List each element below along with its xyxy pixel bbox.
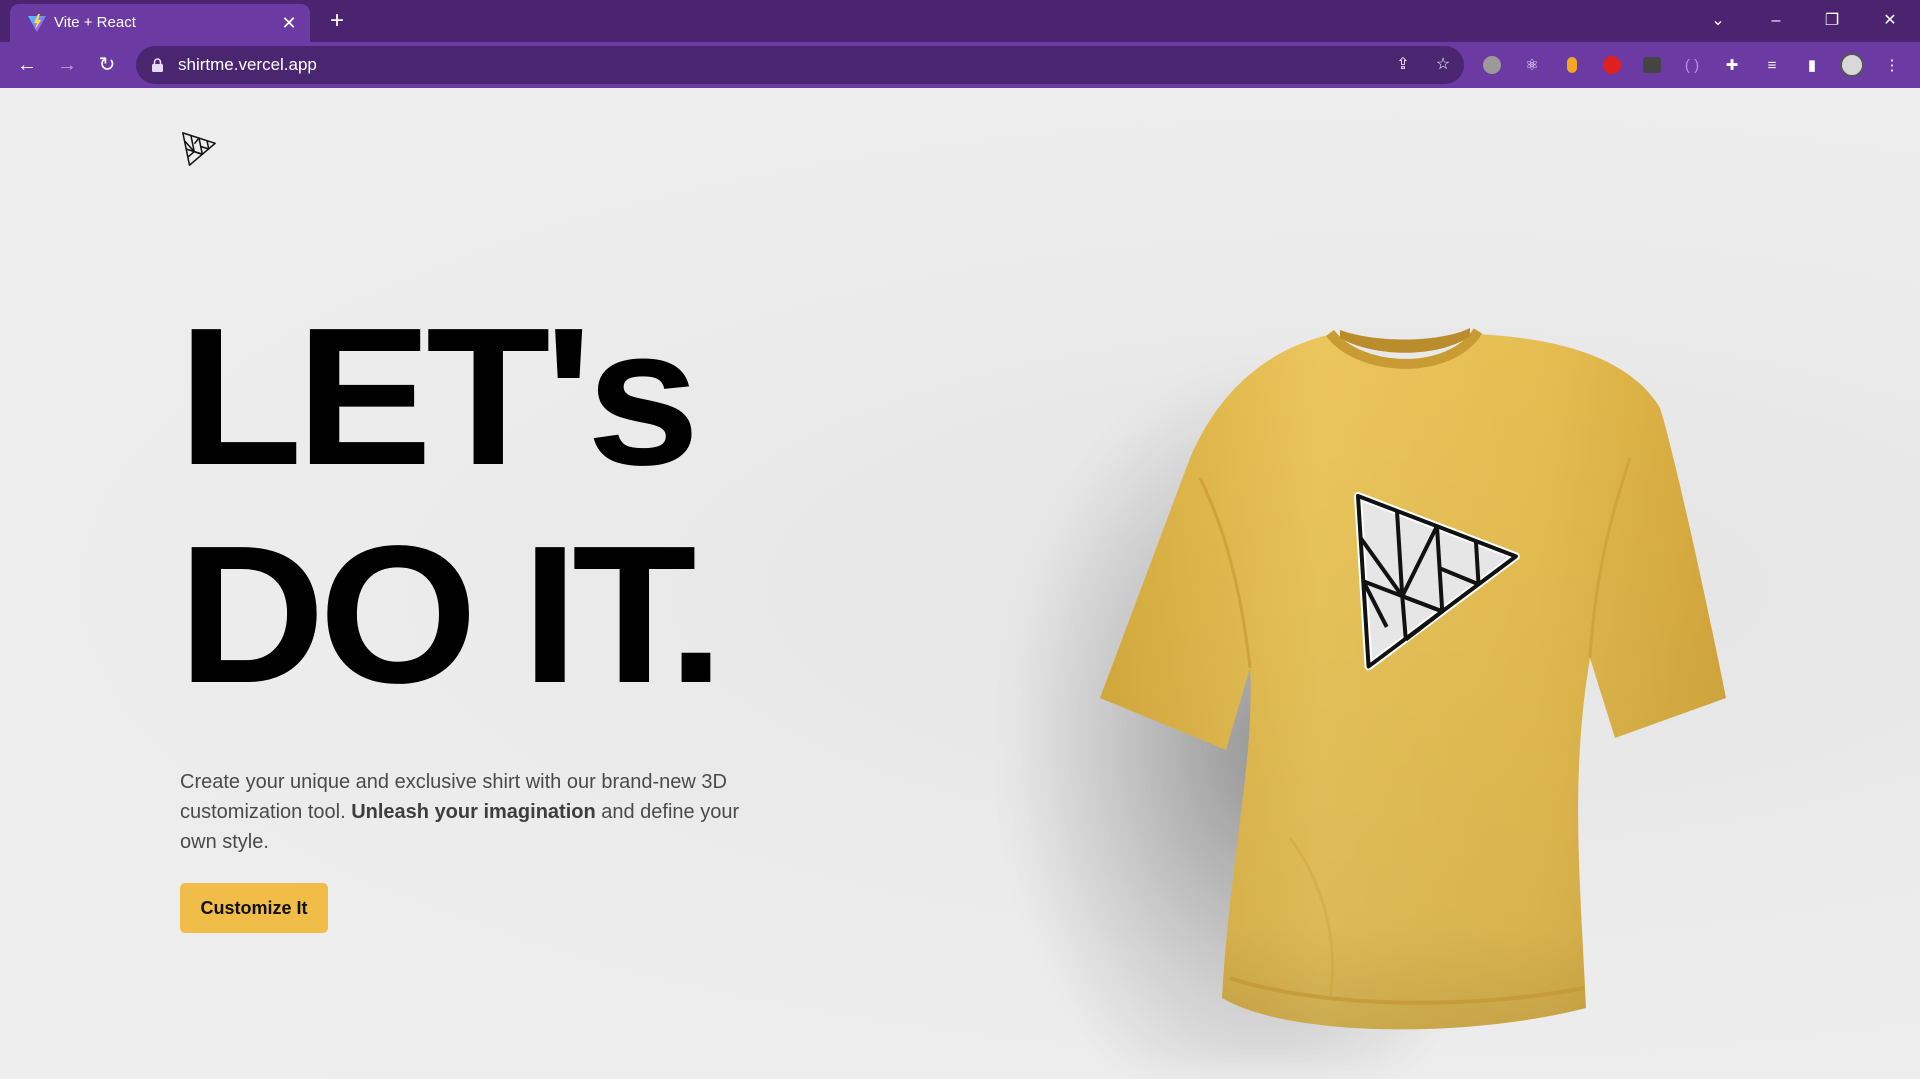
- minimize-button[interactable]: –: [1754, 6, 1798, 36]
- hero-description: Create your unique and exclusive shirt w…: [180, 767, 760, 857]
- customize-button[interactable]: Customize It: [180, 883, 328, 933]
- lock-icon: [152, 58, 163, 72]
- tshirt-3d-model[interactable]: [1090, 238, 1730, 1038]
- intro-text-bold: Unleash your imagination: [351, 801, 596, 823]
- new-tab-button[interactable]: +: [324, 8, 350, 34]
- react-devtools-icon[interactable]: ⚛: [1520, 53, 1544, 77]
- address-bar[interactable]: shirtme.vercel.app ⇪ ☆: [136, 46, 1464, 84]
- extension-hand-icon[interactable]: [1600, 53, 1624, 77]
- threejs-logo-icon[interactable]: [180, 130, 218, 168]
- star-icon[interactable]: ☆: [1432, 54, 1454, 76]
- tab-search-icon[interactable]: ⌄: [1696, 6, 1740, 36]
- back-button[interactable]: ←: [12, 50, 42, 80]
- browser-tab[interactable]: Vite + React ✕: [10, 4, 310, 42]
- headline-line-2: DO IT.: [178, 505, 724, 724]
- restore-button[interactable]: ❐: [1810, 6, 1854, 36]
- puzzle-icon[interactable]: ✚: [1720, 53, 1744, 77]
- url-text: shirtme.vercel.app: [178, 55, 317, 74]
- tab-close-icon[interactable]: ✕: [278, 12, 300, 34]
- browser-toolbar: ← → ↻ shirtme.vercel.app ⇪ ☆ ⚛ ( ) ✚ ≡ ▮…: [0, 42, 1920, 88]
- avatar[interactable]: [1840, 53, 1864, 77]
- tab-title: Vite + React: [54, 14, 136, 31]
- reload-button[interactable]: ↻: [92, 50, 122, 80]
- reading-list-icon[interactable]: ≡: [1760, 53, 1784, 77]
- side-panel-icon[interactable]: ▮: [1800, 53, 1824, 77]
- forward-button[interactable]: →: [52, 50, 82, 80]
- extension-brackets-icon[interactable]: ( ): [1680, 53, 1704, 77]
- kebab-menu-icon[interactable]: ⋮: [1880, 53, 1904, 77]
- extension-circle-icon[interactable]: [1480, 53, 1504, 77]
- share-icon[interactable]: ⇪: [1392, 54, 1414, 76]
- extension-square-icon[interactable]: [1640, 53, 1664, 77]
- page-content: LET's DO IT. Create your unique and excl…: [0, 88, 1920, 1079]
- tab-strip: Vite + React ✕ + ⌄ – ❐ ✕: [0, 0, 1920, 42]
- extension-bulb-icon[interactable]: [1560, 53, 1584, 77]
- close-window-button[interactable]: ✕: [1868, 6, 1912, 36]
- hero-headline: LET's DO IT.: [178, 288, 724, 724]
- vite-icon: [28, 14, 46, 32]
- headline-line-1: LET's: [178, 287, 700, 506]
